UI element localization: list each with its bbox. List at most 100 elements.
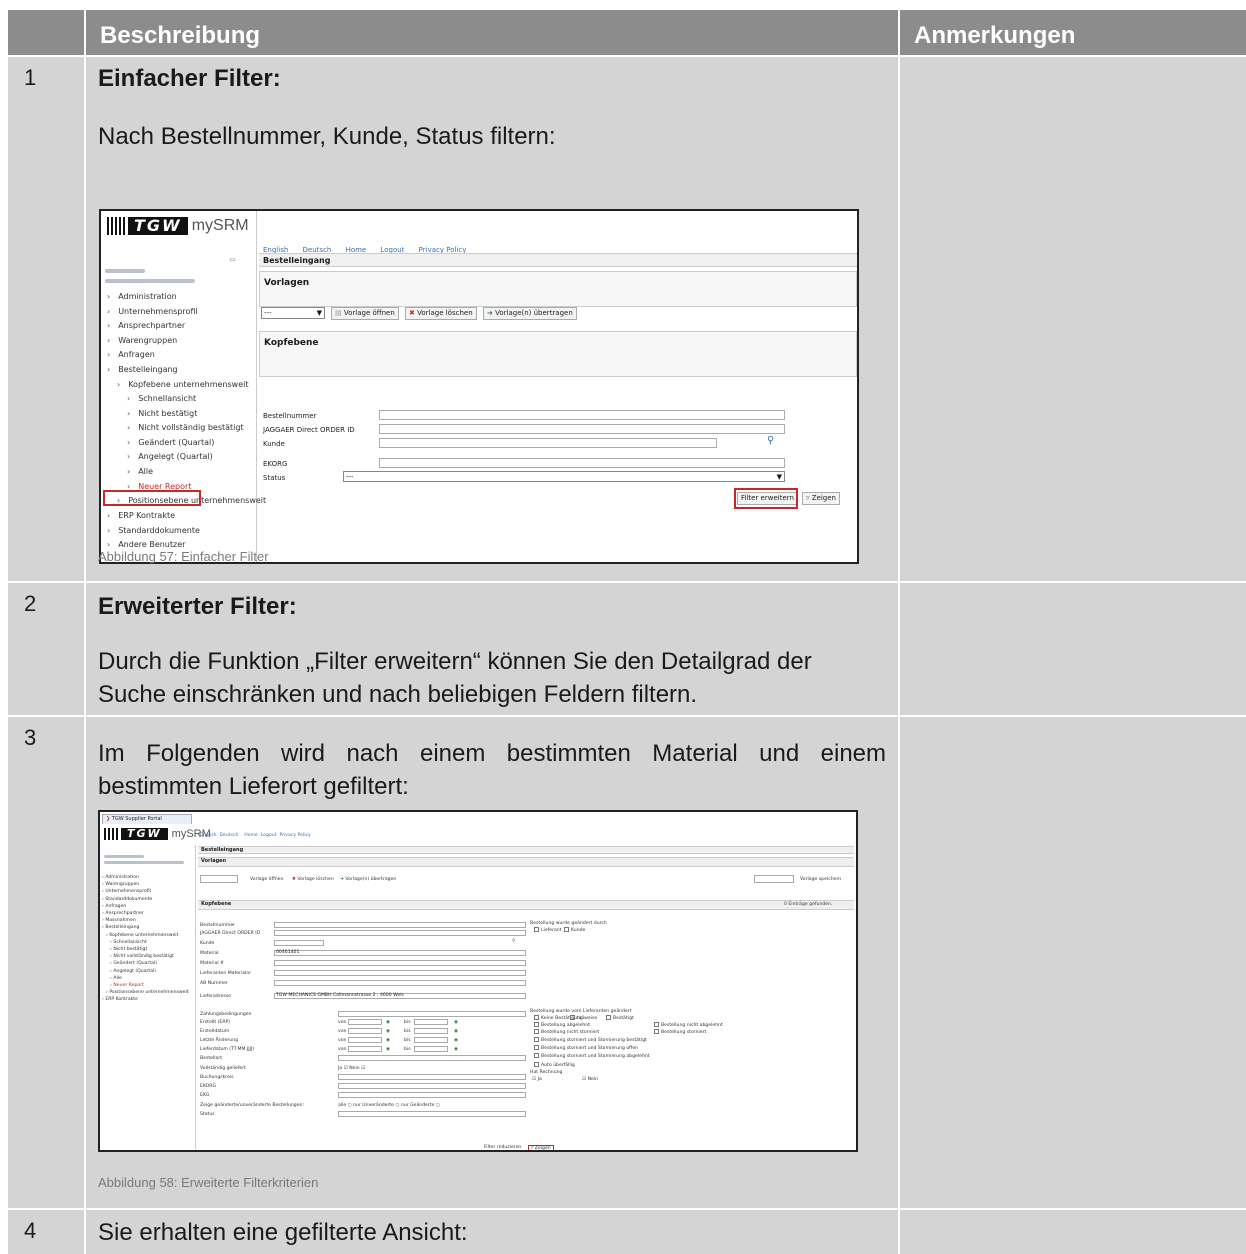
sidebar-item[interactable]: › Nicht bestätigt — [127, 409, 197, 418]
sidebar-item[interactable]: › Anfragen — [102, 904, 126, 909]
browser-tab[interactable]: ❯ TGW Supplier Portal — [102, 814, 192, 824]
kunde-input[interactable] — [379, 438, 717, 448]
sidebar-item[interactable]: › Standarddokumente — [102, 897, 152, 902]
show-button[interactable]: ▿ Zeigen — [528, 1145, 554, 1150]
field-input[interactable]: 00461401 — [274, 950, 526, 956]
sidebar-item[interactable]: › Neuer Report — [110, 983, 144, 988]
sidebar-item[interactable]: › Andere Benutzer — [107, 540, 185, 549]
checkbox-option[interactable]: ☑ Ja — [532, 1077, 542, 1082]
collapse-icon[interactable]: ⇔ — [229, 255, 236, 264]
checkbox-option[interactable]: Kunde — [562, 927, 585, 933]
sidebar-item[interactable]: › Administration — [102, 875, 139, 880]
calendar-icon[interactable]: ◉ — [454, 1047, 458, 1052]
sidebar-item[interactable]: › Alle — [127, 467, 153, 476]
dropdown[interactable] — [338, 1111, 526, 1117]
checkbox-option[interactable]: Lieferant — [532, 927, 562, 933]
jaggaer-input[interactable] — [379, 424, 785, 434]
delivered-options[interactable]: Ja ☑ Nein ☑ — [338, 1066, 365, 1071]
date-to-input[interactable] — [414, 1046, 448, 1052]
checkbox-option[interactable]: ☑ Nein — [582, 1077, 598, 1082]
calendar-icon[interactable]: ◉ — [386, 1029, 390, 1034]
sidebar-item[interactable]: › Kopfebene unternehmensweit — [106, 933, 178, 938]
date-from-input[interactable] — [348, 1019, 382, 1025]
sidebar-item[interactable]: › Bestelleingang — [102, 925, 139, 930]
sidebar-item[interactable]: › Unternehmensprofil — [102, 889, 151, 894]
calendar-icon[interactable]: ◉ — [454, 1020, 458, 1025]
sidebar-item[interactable]: › Nicht vollständig bestätigt — [127, 423, 244, 432]
sidebar-item[interactable]: › Angelegt (Quartal) — [110, 969, 156, 974]
search-icon[interactable]: ⚲ — [512, 939, 515, 944]
field-input[interactable]: TGW MECHANICS GMBH Collmannstrasse 2 , 4… — [274, 993, 526, 999]
filter-reduce-button[interactable]: Filter reduzieren — [484, 1145, 521, 1150]
vorlage-transfer-button[interactable]: ➜ Vorlage(n) übertragen — [483, 307, 577, 320]
sidebar-item[interactable]: › Angelegt (Quartal) — [127, 452, 213, 461]
field-input[interactable] — [338, 1083, 526, 1089]
sidebar-item[interactable]: › Unternehmensprofil — [107, 307, 198, 316]
field-input[interactable] — [274, 980, 526, 986]
vorlage-save-button[interactable]: Vorlage speichern — [800, 877, 841, 882]
sidebar-item[interactable]: › Alle — [110, 976, 122, 981]
field-input[interactable] — [338, 1074, 526, 1080]
field-input[interactable] — [338, 1092, 526, 1098]
sidebar-item[interactable]: › Nicht vollständig bestätigt — [110, 954, 174, 959]
calendar-icon[interactable]: ◉ — [386, 1038, 390, 1043]
calendar-icon[interactable]: ◉ — [454, 1029, 458, 1034]
status-select[interactable]: --- ▼ — [343, 471, 785, 482]
vorlage-transfer-button[interactable]: ➜ Vorlage(n) übertragen — [340, 877, 396, 882]
sidebar-item[interactable]: › Massnahmen — [102, 918, 136, 923]
sidebar-item[interactable]: › Standarddokumente — [107, 526, 200, 535]
checkbox-option[interactable]: Bestellung nicht abgelehnt — [652, 1022, 723, 1028]
date-to-input[interactable] — [414, 1028, 448, 1034]
date-from-input[interactable] — [348, 1046, 382, 1052]
bestellnummer-input[interactable] — [379, 410, 785, 420]
calendar-icon[interactable]: ◉ — [454, 1038, 458, 1043]
show-options[interactable]: alle ○ nur Unveränderte ○ nur Geänderte … — [338, 1103, 440, 1108]
sidebar-item[interactable]: › Ansprechpartner — [102, 911, 144, 916]
sidebar-item[interactable]: › Warengruppen — [107, 336, 177, 345]
vorlage-select[interactable] — [200, 875, 238, 883]
checkbox-option[interactable]: Bestellung storniert und Stornierung bes… — [532, 1037, 647, 1043]
sidebar-item[interactable]: › Bestelleingang — [107, 365, 178, 374]
sidebar-item[interactable]: › Nicht bestätigt — [110, 947, 147, 952]
sidebar-item[interactable]: › Geändert (Quartal) — [110, 961, 157, 966]
show-button[interactable]: ▿ Zeigen — [802, 492, 840, 505]
dropdown[interactable] — [338, 1011, 526, 1017]
sidebar-item[interactable]: › Administration — [107, 292, 177, 301]
field-input[interactable] — [274, 922, 526, 928]
checkbox-option[interactable]: Bestellung storniert und Stornierung off… — [532, 1045, 638, 1051]
field-input[interactable] — [274, 940, 324, 946]
date-from-input[interactable] — [348, 1037, 382, 1043]
checkbox-option[interactable]: Auto überfällig — [532, 1062, 575, 1068]
vorlage-open-button[interactable]: Vorlage öffnen — [250, 877, 283, 882]
calendar-icon[interactable]: ◉ — [386, 1020, 390, 1025]
sidebar-item[interactable]: › Geändert (Quartal) — [127, 438, 214, 447]
dropdown[interactable] — [338, 1055, 526, 1061]
field-input[interactable] — [274, 930, 526, 936]
field-input[interactable] — [274, 970, 526, 976]
checkbox-option[interactable]: Bestätigt — [604, 1015, 634, 1021]
sidebar-item[interactable]: › Schnellansicht — [127, 394, 196, 403]
sidebar-item[interactable]: › Positionsebene unternehmensweit — [106, 990, 189, 995]
sidebar-item[interactable]: › Warengruppen — [102, 882, 139, 887]
vorlage-delete-button[interactable]: ✖ Vorlage löschen — [292, 877, 334, 882]
date-from-input[interactable] — [348, 1028, 382, 1034]
checkbox-option[interactable]: Bestellung storniert — [652, 1029, 706, 1035]
calendar-icon[interactable]: ◉ — [386, 1047, 390, 1052]
vorlage-name-input[interactable] — [754, 875, 794, 883]
search-icon[interactable]: ⚲ — [767, 435, 774, 446]
ekorg-input[interactable] — [379, 458, 785, 468]
sidebar-item[interactable]: › Schnellansicht — [110, 940, 147, 945]
checkbox-option[interactable]: Bestellung abgelehnt — [532, 1022, 590, 1028]
checkbox-option[interactable]: teilweise — [568, 1015, 597, 1021]
checkbox-option[interactable]: Bestellung storniert und Stornierung abg… — [532, 1053, 650, 1059]
sidebar-item[interactable]: › Anfragen — [107, 350, 155, 359]
sidebar-item[interactable]: › Kopfebene unternehmensweit — [117, 380, 248, 389]
checkbox-option[interactable]: Bestellung nicht storniert — [532, 1029, 599, 1035]
vorlage-delete-button[interactable]: ✖ Vorlage löschen — [405, 307, 477, 320]
sidebar-item[interactable]: › ERP Kontrakte — [107, 511, 175, 520]
field-input[interactable] — [274, 960, 526, 966]
vorlage-select[interactable]: --- ▼ — [261, 307, 325, 319]
date-to-input[interactable] — [414, 1037, 448, 1043]
date-to-input[interactable] — [414, 1019, 448, 1025]
sidebar-item[interactable]: › Ansprechpartner — [107, 321, 185, 330]
